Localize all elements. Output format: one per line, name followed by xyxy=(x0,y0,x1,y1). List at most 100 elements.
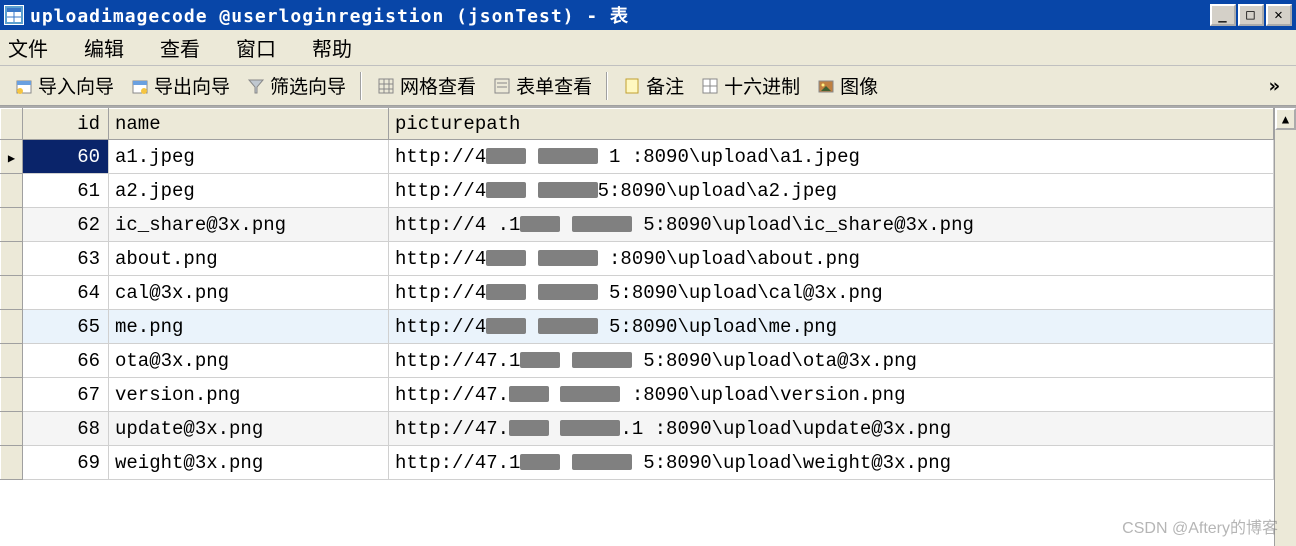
cell-id[interactable]: 64 xyxy=(23,276,109,310)
image-icon xyxy=(816,76,836,96)
form-view-button[interactable]: 表单查看 xyxy=(484,70,600,101)
redaction xyxy=(538,182,598,198)
title-bar: uploadimagecode @userloginregistion (jso… xyxy=(0,0,1296,30)
table-row[interactable]: 68update@3x.pnghttp://47. .1 :8090\uploa… xyxy=(1,412,1274,446)
cell-name[interactable]: ic_share@3x.png xyxy=(109,208,389,242)
cell-picturepath[interactable]: http://47.1 5:8090\upload\weight@3x.png xyxy=(389,446,1274,480)
maximize-button[interactable]: □ xyxy=(1238,4,1264,26)
cell-name[interactable]: ota@3x.png xyxy=(109,344,389,378)
cell-id[interactable]: 69 xyxy=(23,446,109,480)
cell-name[interactable]: a1.jpeg xyxy=(109,140,389,174)
column-header-picturepath[interactable]: picturepath xyxy=(389,109,1274,140)
cell-name[interactable]: version.png xyxy=(109,378,389,412)
row-selector[interactable] xyxy=(1,310,23,344)
table-row[interactable]: 63about.pnghttp://4 :8090\upload\about.p… xyxy=(1,242,1274,276)
cell-picturepath[interactable]: http://47.1 5:8090\upload\ota@3x.png xyxy=(389,344,1274,378)
cell-picturepath[interactable]: http://4 :8090\upload\about.png xyxy=(389,242,1274,276)
toolbar-separator xyxy=(606,72,608,100)
cell-picturepath[interactable]: http://4 .1 5:8090\upload\ic_share@3x.pn… xyxy=(389,208,1274,242)
grid-view-button[interactable]: 网格查看 xyxy=(368,70,484,101)
cell-name[interactable]: update@3x.png xyxy=(109,412,389,446)
toolbar-overflow-button[interactable]: » xyxy=(1259,75,1290,97)
row-selector[interactable] xyxy=(1,208,23,242)
row-selector-header[interactable] xyxy=(1,109,23,140)
redaction xyxy=(520,216,560,232)
cell-picturepath[interactable]: http://47. :8090\upload\version.png xyxy=(389,378,1274,412)
row-selector[interactable] xyxy=(1,140,23,174)
menu-file[interactable]: 文件 xyxy=(8,33,48,62)
table-row[interactable]: 60a1.jpeghttp://4 1 :8090\upload\a1.jpeg xyxy=(1,140,1274,174)
redaction xyxy=(509,386,549,402)
redaction xyxy=(572,216,632,232)
redaction xyxy=(560,420,620,436)
scroll-up-button[interactable]: ▲ xyxy=(1275,108,1296,130)
row-selector[interactable] xyxy=(1,174,23,208)
cell-id[interactable]: 62 xyxy=(23,208,109,242)
table-row[interactable]: 62ic_share@3x.pnghttp://4 .1 5:8090\uplo… xyxy=(1,208,1274,242)
toolbar-separator xyxy=(360,72,362,100)
redaction xyxy=(509,420,549,436)
close-button[interactable]: ✕ xyxy=(1266,4,1292,26)
redaction xyxy=(572,352,632,368)
cell-id[interactable]: 63 xyxy=(23,242,109,276)
window-title: uploadimagecode @userloginregistion (jso… xyxy=(30,2,629,28)
menu-bar: 文件 编辑 查看 窗口 帮助 xyxy=(0,30,1296,66)
cell-id[interactable]: 65 xyxy=(23,310,109,344)
cell-picturepath[interactable]: http://4 5:8090\upload\cal@3x.png xyxy=(389,276,1274,310)
table-row[interactable]: 67version.pnghttp://47. :8090\upload\ver… xyxy=(1,378,1274,412)
row-selector[interactable] xyxy=(1,412,23,446)
cell-name[interactable]: a2.jpeg xyxy=(109,174,389,208)
hex-icon xyxy=(700,76,720,96)
vertical-scrollbar[interactable]: ▲ xyxy=(1274,108,1296,546)
cell-name[interactable]: cal@3x.png xyxy=(109,276,389,310)
cell-id[interactable]: 60 xyxy=(23,140,109,174)
menu-window[interactable]: 窗口 xyxy=(236,33,276,62)
table-row[interactable]: 65me.pnghttp://4 5:8090\upload\me.png xyxy=(1,310,1274,344)
table-row[interactable]: 69weight@3x.pnghttp://47.1 5:8090\upload… xyxy=(1,446,1274,480)
cell-name[interactable]: me.png xyxy=(109,310,389,344)
cell-picturepath[interactable]: http://4 1 :8090\upload\a1.jpeg xyxy=(389,140,1274,174)
grid-icon xyxy=(376,76,396,96)
menu-view[interactable]: 查看 xyxy=(160,33,200,62)
table-row[interactable]: 66ota@3x.pnghttp://47.1 5:8090\upload\ot… xyxy=(1,344,1274,378)
cell-picturepath[interactable]: http://47. .1 :8090\upload\update@3x.png xyxy=(389,412,1274,446)
form-icon xyxy=(492,76,512,96)
scroll-track[interactable] xyxy=(1275,130,1296,546)
export-wizard-button[interactable]: 导出向导 xyxy=(122,70,238,101)
import-wizard-button[interactable]: 导入向导 xyxy=(6,70,122,101)
cell-id[interactable]: 67 xyxy=(23,378,109,412)
header-row: id name picturepath xyxy=(1,109,1274,140)
memo-button[interactable]: 备注 xyxy=(614,70,692,101)
redaction xyxy=(560,386,620,402)
redaction xyxy=(486,148,526,164)
cell-id[interactable]: 66 xyxy=(23,344,109,378)
cell-name[interactable]: weight@3x.png xyxy=(109,446,389,480)
row-selector[interactable] xyxy=(1,446,23,480)
cell-picturepath[interactable]: http://4 5:8090\upload\a2.jpeg xyxy=(389,174,1274,208)
filter-icon xyxy=(246,76,266,96)
redaction xyxy=(538,284,598,300)
menu-edit[interactable]: 编辑 xyxy=(84,33,124,62)
row-selector[interactable] xyxy=(1,242,23,276)
filter-wizard-button[interactable]: 筛选向导 xyxy=(238,70,354,101)
table-icon xyxy=(4,5,24,25)
hex-button[interactable]: 十六进制 xyxy=(692,70,808,101)
column-header-id[interactable]: id xyxy=(23,109,109,140)
cell-id[interactable]: 68 xyxy=(23,412,109,446)
redaction xyxy=(538,250,598,266)
redaction xyxy=(486,250,526,266)
cell-name[interactable]: about.png xyxy=(109,242,389,276)
table-row[interactable]: 64cal@3x.pnghttp://4 5:8090\upload\cal@3… xyxy=(1,276,1274,310)
row-selector[interactable] xyxy=(1,344,23,378)
cell-picturepath[interactable]: http://4 5:8090\upload\me.png xyxy=(389,310,1274,344)
minimize-button[interactable]: _ xyxy=(1210,4,1236,26)
column-header-name[interactable]: name xyxy=(109,109,389,140)
cell-id[interactable]: 61 xyxy=(23,174,109,208)
row-selector[interactable] xyxy=(1,378,23,412)
row-selector[interactable] xyxy=(1,276,23,310)
window-controls: _ □ ✕ xyxy=(1210,4,1292,26)
menu-help[interactable]: 帮助 xyxy=(312,33,352,62)
image-button[interactable]: 图像 xyxy=(808,70,886,101)
table-row[interactable]: 61a2.jpeghttp://4 5:8090\upload\a2.jpeg xyxy=(1,174,1274,208)
data-grid: id name picturepath 60a1.jpeghttp://4 1 … xyxy=(0,106,1296,546)
